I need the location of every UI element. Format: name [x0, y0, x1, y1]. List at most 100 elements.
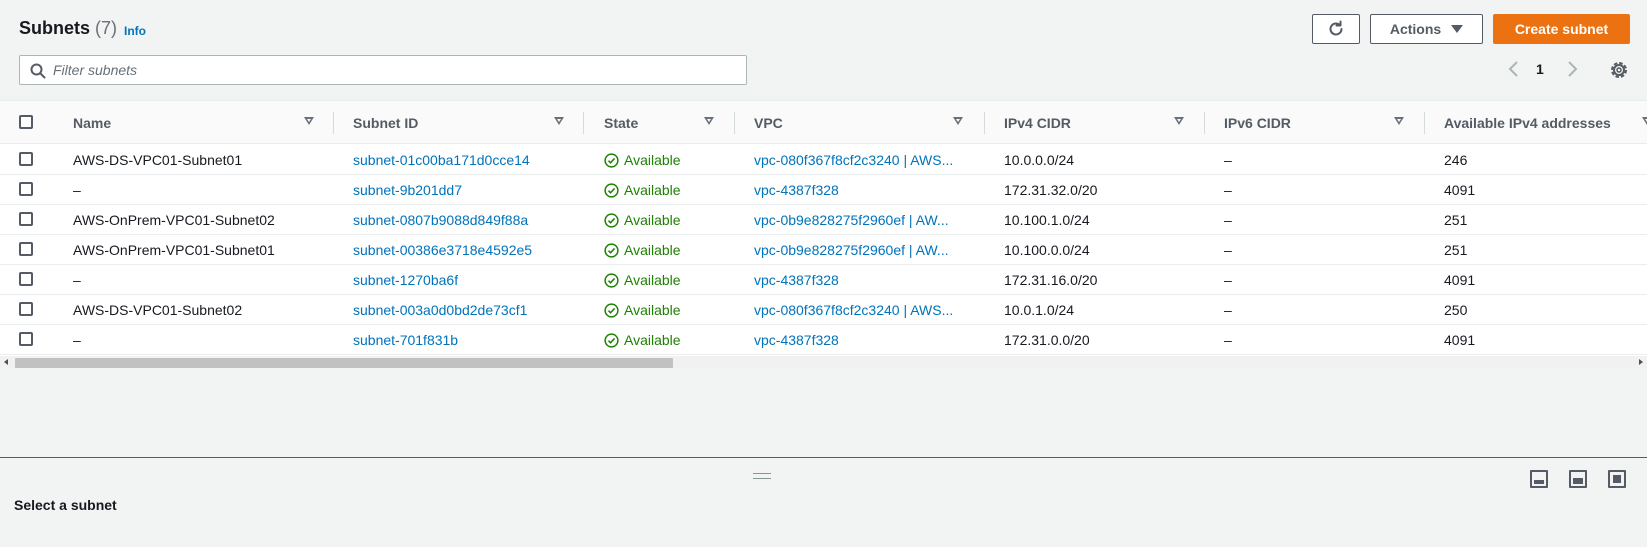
- cell-available-ipv4: 4091: [1444, 182, 1476, 198]
- column-header-available-ipv4[interactable]: Available IPv4 addresses: [1444, 101, 1647, 144]
- cell-vpc[interactable]: vpc-0b9e828275f2960ef | AW...: [754, 205, 979, 235]
- scroll-left-arrow-icon[interactable]: [4, 359, 8, 365]
- cell-ipv6-cidr: –: [1224, 302, 1232, 318]
- cell-vpc[interactable]: vpc-4387f328: [754, 265, 979, 295]
- table-row[interactable]: – subnet-701f831b Available vpc-4387f328…: [0, 325, 1647, 355]
- refresh-button[interactable]: [1312, 14, 1360, 44]
- state-label: Available: [624, 302, 681, 318]
- cell-vpc[interactable]: vpc-080f367f8cf2c3240 | AWS...: [754, 295, 979, 325]
- cell-subnet-id[interactable]: subnet-003a0d0bd2de73cf1: [353, 295, 578, 325]
- column-header-state[interactable]: State: [604, 101, 724, 144]
- column-label: IPv6 CIDR: [1224, 114, 1291, 131]
- cell-subnet-id[interactable]: subnet-701f831b: [353, 325, 578, 355]
- cell-ipv6-cidr: –: [1224, 332, 1232, 348]
- cell-ipv6-cidr: –: [1224, 242, 1232, 258]
- gear-icon[interactable]: [1608, 59, 1630, 81]
- table-row[interactable]: – subnet-9b201dd7 Available vpc-4387f328…: [0, 175, 1647, 205]
- column-divider[interactable]: [1204, 112, 1205, 134]
- select-all-checkbox[interactable]: [19, 115, 33, 129]
- row-checkbox[interactable]: [19, 302, 33, 316]
- cell-vpc[interactable]: vpc-4387f328: [754, 325, 979, 355]
- cell-state: Available: [604, 325, 729, 355]
- cell-subnet-id[interactable]: subnet-0807b9088d849f88a: [353, 205, 578, 235]
- cell-available-ipv4: 4091: [1444, 272, 1476, 288]
- panel-full-icon[interactable]: [1608, 470, 1626, 488]
- sort-icon: [953, 117, 963, 125]
- state-label: Available: [624, 182, 681, 198]
- cell-ipv4-cidr: 10.100.1.0/24: [1004, 212, 1090, 228]
- column-label: Name: [73, 114, 112, 131]
- page-number[interactable]: 1: [1536, 61, 1544, 77]
- cell-state: Available: [604, 295, 729, 325]
- cell-state: Available: [604, 265, 729, 295]
- row-checkbox[interactable]: [19, 242, 33, 256]
- create-subnet-button[interactable]: Create subnet: [1493, 14, 1630, 44]
- cell-ipv4-cidr: 10.100.0.0/24: [1004, 242, 1090, 258]
- column-divider[interactable]: [734, 112, 735, 134]
- cell-available-ipv4: 250: [1444, 302, 1468, 318]
- cell-subnet-id[interactable]: subnet-9b201dd7: [353, 175, 578, 205]
- row-checkbox[interactable]: [19, 272, 33, 286]
- column-divider[interactable]: [1424, 112, 1425, 134]
- cell-vpc[interactable]: vpc-4387f328: [754, 175, 979, 205]
- cell-ipv4-cidr: 172.31.16.0/20: [1004, 272, 1098, 288]
- column-header-subnet-id[interactable]: Subnet ID: [353, 101, 573, 144]
- table-row[interactable]: – subnet-1270ba6f Available vpc-4387f328…: [0, 265, 1647, 295]
- cell-ipv6-cidr: –: [1224, 272, 1232, 288]
- row-checkbox[interactable]: [19, 332, 33, 346]
- info-link[interactable]: Info: [124, 24, 146, 38]
- scrollbar-thumb[interactable]: [15, 358, 673, 368]
- check-circle-icon: [604, 272, 619, 288]
- sort-icon: [1394, 117, 1404, 125]
- cell-ipv4-cidr: 172.31.0.0/20: [1004, 332, 1090, 348]
- drag-handle-icon[interactable]: [753, 473, 771, 479]
- cell-state: Available: [604, 175, 729, 205]
- actions-button[interactable]: Actions: [1370, 14, 1483, 44]
- check-circle-icon: [604, 302, 619, 318]
- scroll-right-arrow-icon[interactable]: [1639, 359, 1643, 365]
- table-header: Name Subnet ID State VPC IPv4 CIDR IPv6 …: [0, 101, 1647, 144]
- cell-ipv6-cidr: –: [1224, 152, 1232, 168]
- column-label: VPC: [754, 114, 783, 131]
- chevron-right-icon[interactable]: [1561, 58, 1583, 80]
- cell-subnet-id[interactable]: subnet-1270ba6f: [353, 265, 578, 295]
- split-panel-title: Select a subnet: [14, 497, 117, 513]
- column-divider[interactable]: [333, 112, 334, 134]
- row-checkbox[interactable]: [19, 182, 33, 196]
- cell-vpc[interactable]: vpc-080f367f8cf2c3240 | AWS...: [754, 145, 979, 175]
- cell-subnet-id[interactable]: subnet-01c00ba171d0cce14: [353, 145, 578, 175]
- search-input[interactable]: [53, 60, 733, 80]
- cell-subnet-id[interactable]: subnet-00386e3718e4592e5: [353, 235, 578, 265]
- refresh-icon: [1329, 20, 1343, 36]
- panel-side-icon[interactable]: [1569, 470, 1587, 488]
- check-circle-icon: [604, 182, 619, 198]
- column-header-vpc[interactable]: VPC: [754, 101, 974, 144]
- chevron-left-icon[interactable]: [1503, 58, 1525, 80]
- table-row[interactable]: AWS-DS-VPC01-Subnet02 subnet-003a0d0bd2d…: [0, 295, 1647, 325]
- column-header-ipv6-cidr[interactable]: IPv6 CIDR: [1224, 101, 1424, 144]
- cell-available-ipv4: 246: [1444, 152, 1468, 168]
- row-checkbox[interactable]: [19, 152, 33, 166]
- check-circle-icon: [604, 212, 619, 228]
- cell-name: –: [73, 332, 81, 348]
- column-label: Available IPv4 addresses: [1444, 114, 1611, 131]
- horizontal-scrollbar[interactable]: [0, 356, 1647, 368]
- panel-bottom-icon[interactable]: [1530, 470, 1548, 488]
- column-header-name[interactable]: Name: [73, 101, 314, 144]
- cell-ipv4-cidr: 172.31.32.0/20: [1004, 182, 1098, 198]
- table-row[interactable]: AWS-DS-VPC01-Subnet01 subnet-01c00ba171d…: [0, 145, 1647, 175]
- page-title: Subnets (7): [19, 18, 117, 39]
- cell-vpc[interactable]: vpc-0b9e828275f2960ef | AW...: [754, 235, 979, 265]
- column-divider[interactable]: [984, 112, 985, 134]
- column-divider[interactable]: [583, 112, 584, 134]
- column-header-ipv4-cidr[interactable]: IPv4 CIDR: [1004, 101, 1204, 144]
- caret-down-icon: [1451, 25, 1464, 33]
- subnets-table: Name Subnet ID State VPC IPv4 CIDR IPv6 …: [0, 100, 1647, 356]
- table-row[interactable]: AWS-OnPrem-VPC01-Subnet01 subnet-00386e3…: [0, 235, 1647, 265]
- cell-ipv6-cidr: –: [1224, 182, 1232, 198]
- cell-ipv4-cidr: 10.0.1.0/24: [1004, 302, 1075, 318]
- table-row[interactable]: AWS-OnPrem-VPC01-Subnet02 subnet-0807b90…: [0, 205, 1647, 235]
- row-checkbox[interactable]: [19, 212, 33, 226]
- sort-icon: [304, 117, 314, 125]
- check-circle-icon: [604, 152, 619, 168]
